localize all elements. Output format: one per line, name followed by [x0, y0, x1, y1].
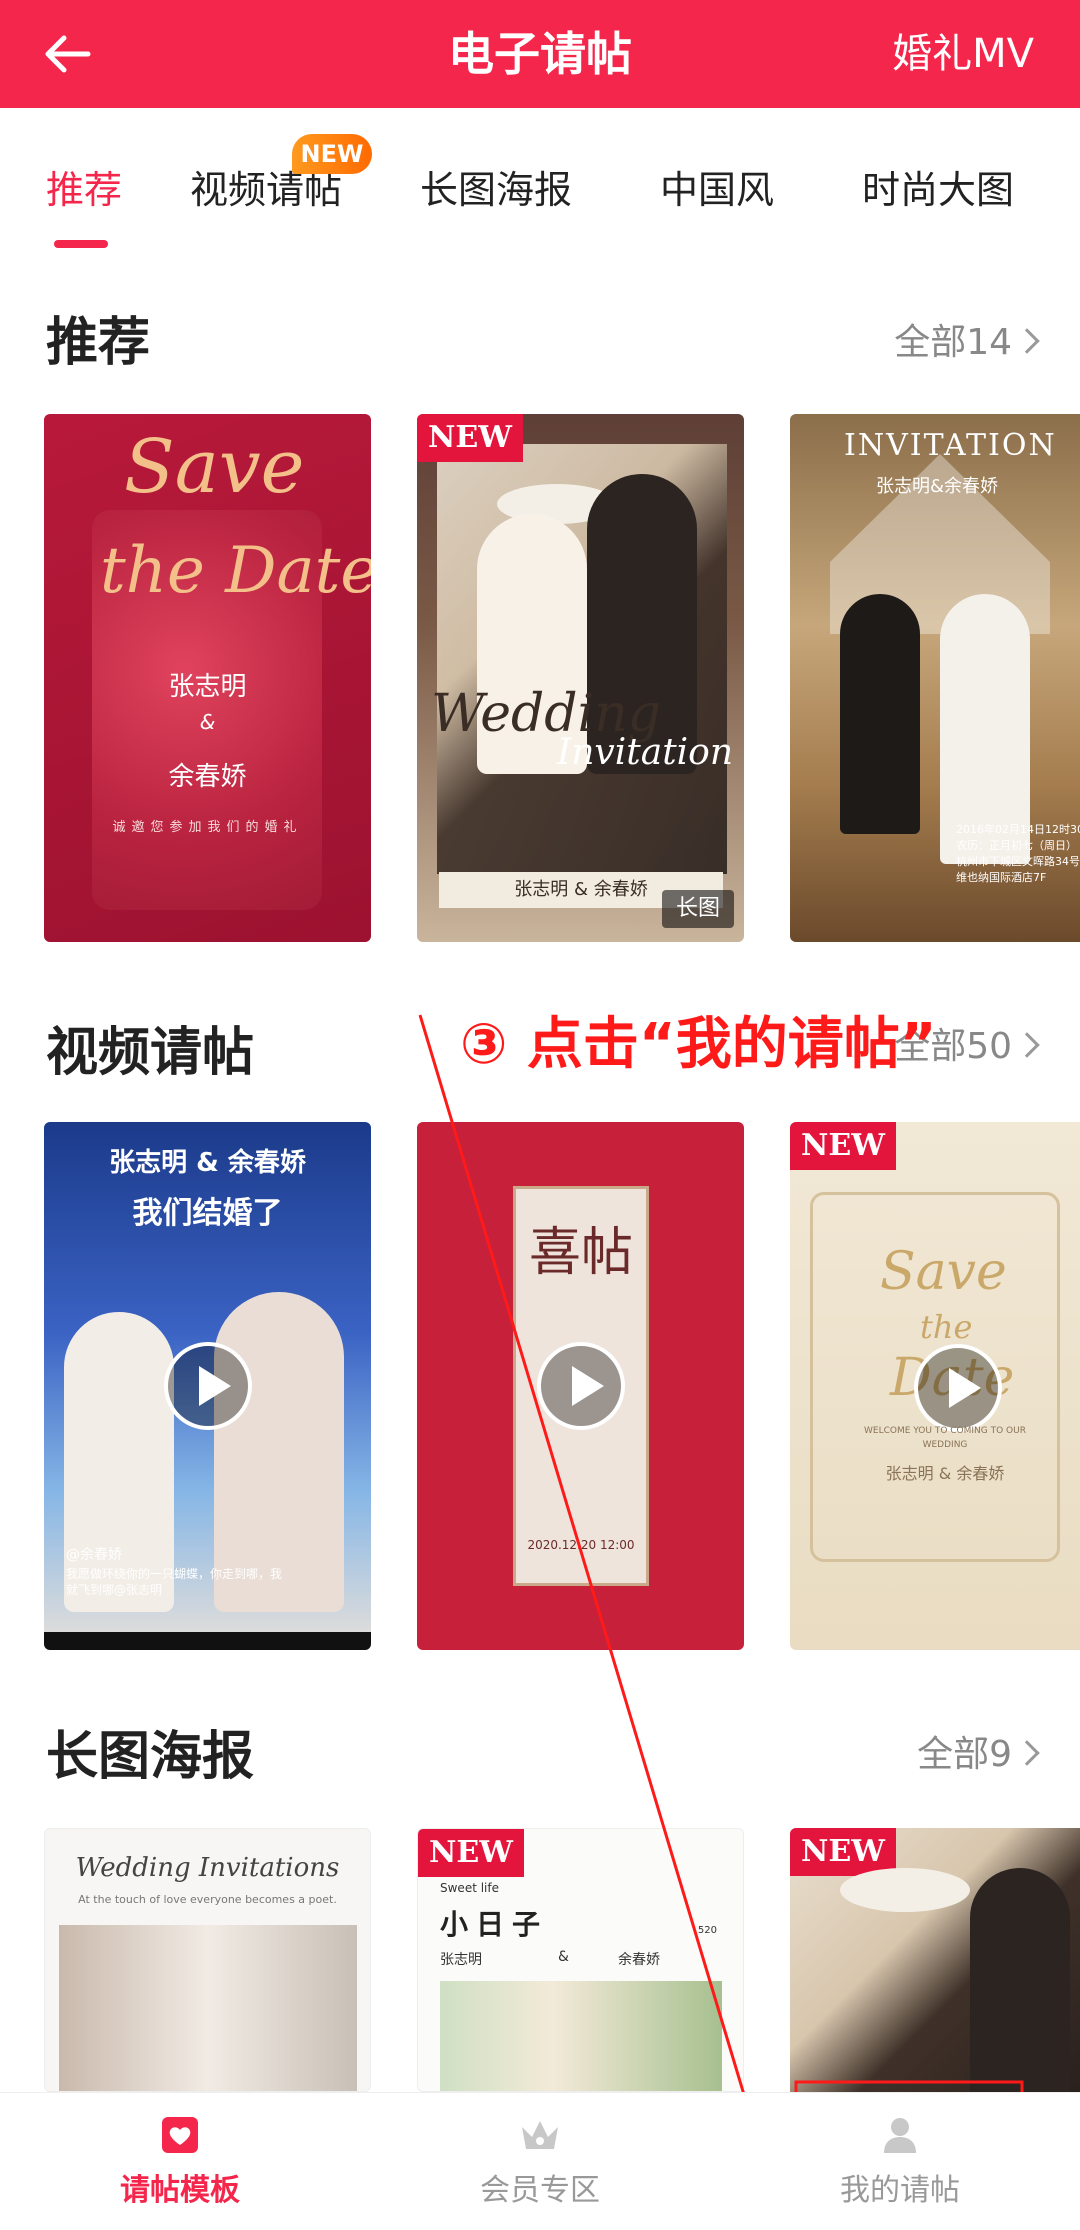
video-nav-strip	[44, 1632, 371, 1650]
card-invite-line: 诚邀您参加我们的婚礼	[112, 820, 303, 835]
nav-label: 我的请帖	[840, 2173, 960, 2208]
nav-label: 请帖模板	[120, 2173, 240, 2208]
new-tag: NEW	[790, 1122, 896, 1170]
card-date: 2020.12.20 12:00	[527, 1538, 635, 1552]
card-number: 520	[697, 1925, 717, 1936]
wedding-mv-link[interactable]: 婚礼MV	[892, 22, 1034, 86]
card-names: 张志明 & 余春娇	[885, 1464, 1005, 1483]
tab-fashion-photo[interactable]: 时尚大图	[862, 160, 1014, 220]
category-tabs: 推荐 视频请帖 NEW 长图海报 中国风 时尚大图	[0, 108, 1080, 258]
template-card-invitation-photo[interactable]: INVITATION 张志明&余春娇 2016年02月14日12时30分 农历：…	[790, 414, 1080, 942]
card-title: 小日子	[440, 1908, 549, 1941]
new-tag: NEW	[417, 414, 523, 462]
active-tab-indicator	[54, 240, 108, 248]
poster-card-xiaorizi[interactable]: NEW Sweet life 小日子 张志明 & 余春娇 520	[417, 1828, 744, 2092]
card-script-title: Wedding Invitations	[75, 1853, 340, 1883]
bride-figure	[214, 1292, 344, 1612]
crown-icon	[522, 2121, 558, 2149]
event-venue: 维也纳国际酒店7F	[956, 871, 1047, 884]
event-date: 2016年02月14日12时30分	[956, 823, 1080, 836]
card-welcome-text: WELCOME YOU TO COMING TO OUR WEDDING	[864, 1426, 1026, 1450]
section-title-long-poster: 长图海报	[46, 1727, 255, 1787]
card-headline-names: 张志明 & 余春娇	[109, 1148, 306, 1178]
section-title-recommend: 推荐	[46, 313, 151, 373]
card-names: 张志明&余春娇	[876, 476, 999, 497]
card-handle: @余春娇	[66, 1547, 122, 1563]
annotation-step-3: ③ 点击“我的请帖”	[460, 1012, 937, 1077]
play-icon[interactable]	[914, 1344, 1002, 1432]
play-icon[interactable]	[537, 1342, 625, 1430]
more-count: 全部9	[917, 1734, 1012, 1775]
new-tag: NEW	[418, 1829, 524, 1877]
tab-chinese-style[interactable]: 中国风	[660, 160, 774, 220]
long-image-badge: 长图	[662, 890, 734, 928]
new-badge: NEW	[292, 134, 372, 174]
groom-figure	[840, 594, 920, 834]
card-script-save: Save	[880, 1242, 1007, 1302]
section-more-recommend[interactable]: 全部14	[894, 308, 1040, 378]
tab-recommend[interactable]: 推荐	[46, 160, 122, 220]
nav-templates[interactable]: 请帖模板	[60, 2113, 300, 2211]
card-name-bride: 余春娇	[168, 762, 247, 792]
video-card-married[interactable]: 张志明 & 余春娇 我们结婚了 @余春娇 我愿做环绕你的一只蝴蝶，你走到哪，我就…	[44, 1122, 371, 1650]
card-event-info: 2016年02月14日12时30分 农历：正月初七（周日） 杭州市下城区文晖路3…	[956, 822, 1080, 886]
nav-vip-area[interactable]: 会员专区	[420, 2113, 660, 2211]
card-script-the: the	[920, 1308, 973, 1346]
chevron-right-icon	[1014, 1032, 1040, 1058]
couple-photo	[59, 1925, 357, 2091]
video-card-xitie[interactable]: 喜帖 2020.12.20 12:00	[417, 1122, 744, 1650]
play-icon[interactable]	[164, 1342, 252, 1430]
card-script-the-date: the Date	[100, 534, 371, 608]
card-name-2: 余春娇	[618, 1952, 660, 1968]
chevron-right-icon	[1014, 328, 1040, 354]
card-amp: &	[558, 1949, 569, 1965]
event-lunar: 农历：正月初七（周日）	[956, 839, 1077, 852]
bottom-nav: 请帖模板 会员专区 我的请帖	[0, 2092, 1080, 2230]
heart-card-icon	[162, 2117, 198, 2153]
top-bar: 电子请帖 婚礼MV	[0, 0, 1080, 108]
card-title-xitie: 喜帖	[528, 1223, 633, 1283]
bride-hat	[840, 1868, 970, 1912]
groom-figure	[970, 1868, 1070, 2092]
card-invitation-heading: INVITATION	[844, 428, 1057, 463]
card-subtitle: At the touch of love everyone becomes a …	[78, 1893, 337, 1906]
section-title-video: 视频请帖	[46, 1023, 255, 1083]
card-name-1: 张志明	[440, 1952, 482, 1968]
card-amp: &	[199, 710, 216, 734]
template-card-wedding-invitation[interactable]: NEW Wedding Invitation 张志明 & 余春娇 长图	[417, 414, 744, 942]
card-sweet-life: Sweet life	[440, 1881, 499, 1895]
card-script-invitation: Invitation	[557, 732, 734, 773]
poster-card-couple[interactable]: NEW	[790, 1828, 1080, 2092]
chevron-right-icon	[1014, 1740, 1040, 1766]
more-count: 全部14	[894, 322, 1012, 363]
card-script-save: Save	[124, 424, 305, 510]
nav-my-invitations[interactable]: 我的请帖	[780, 2113, 1020, 2211]
card-headline-married: 我们结婚了	[132, 1196, 283, 1231]
card-caption: 我愿做环绕你的一只蝴蝶，你走到哪，我就飞到哪@张志明	[66, 1567, 283, 1597]
nav-label: 会员专区	[480, 2173, 600, 2208]
user-icon	[884, 2118, 916, 2153]
poster-card-wedding-invitations[interactable]: Wedding Invitations At the touch of love…	[44, 1828, 371, 2092]
tab-long-poster[interactable]: 长图海报	[420, 160, 572, 220]
template-card-save-the-date[interactable]: Save the Date 张志明 & 余春娇 诚邀您参加我们的婚礼	[44, 414, 371, 942]
card-name-groom: 张志明	[168, 672, 247, 702]
couple-photo	[440, 1981, 722, 2091]
event-address: 杭州市下城区文晖路34号	[956, 855, 1080, 868]
section-more-long-poster[interactable]: 全部9	[917, 1720, 1040, 1790]
video-card-save-the-date[interactable]: NEW Save the Date WELCOME YOU TO COMING …	[790, 1122, 1080, 1650]
